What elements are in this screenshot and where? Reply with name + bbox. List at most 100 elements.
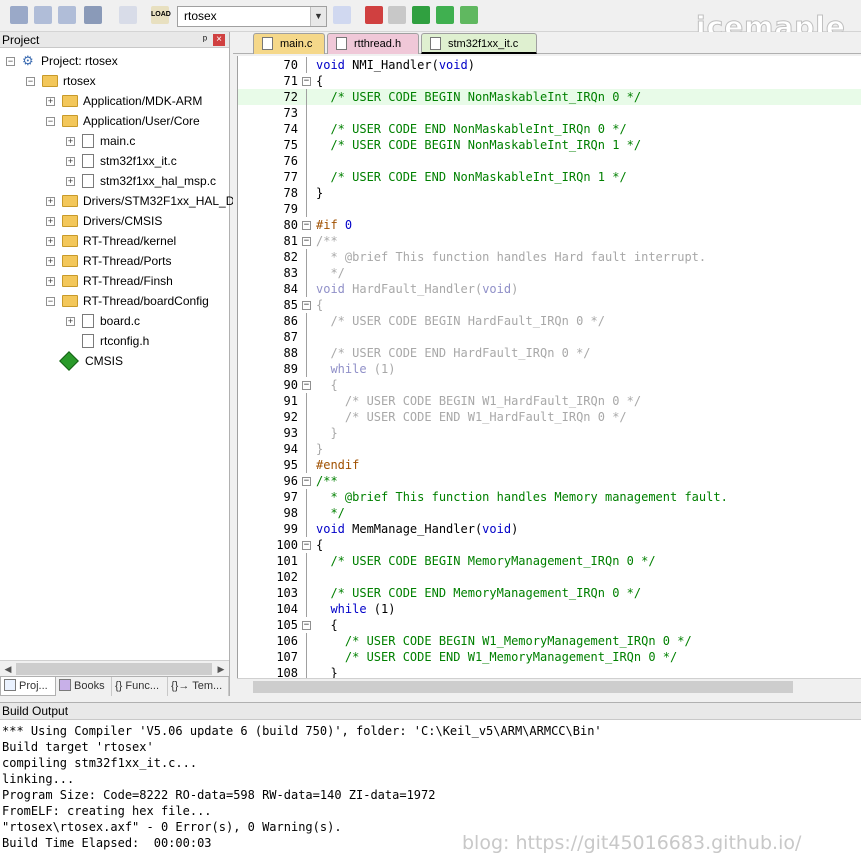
tree-item[interactable]: + Drivers/STM32F1xx_HAL_Dr (0, 191, 238, 211)
code-line[interactable]: 73 (238, 105, 861, 121)
code-line[interactable]: 70 void NMI_Handler(void) (238, 57, 861, 73)
code-line[interactable]: 108 } (238, 665, 861, 678)
target-options-icon[interactable] (333, 6, 351, 24)
fold-toggle-icon[interactable]: − (302, 381, 311, 390)
run-time-env-icon[interactable] (460, 6, 478, 24)
code-line[interactable]: 89 while (1) (238, 361, 861, 377)
scrollbar-thumb[interactable] (16, 663, 212, 675)
code-line[interactable]: 83 */ (238, 265, 861, 281)
build-icon[interactable] (34, 6, 52, 24)
scroll-left-icon[interactable]: ◀ (0, 661, 16, 677)
expand-icon[interactable]: + (46, 277, 55, 286)
code-line[interactable]: 74 /* USER CODE END NonMaskableInt_IRQn … (238, 121, 861, 137)
expand-icon[interactable]: + (46, 97, 55, 106)
tree-item[interactable]: CMSIS (0, 350, 229, 371)
code-line[interactable]: 99 void MemManage_Handler(void) (238, 521, 861, 537)
code-line[interactable]: 87 (238, 329, 861, 345)
scrollbar-thumb[interactable] (253, 681, 793, 693)
pin-icon[interactable]: ᵖ (203, 32, 207, 48)
tree-item[interactable]: + Application/MDK-ARM (0, 91, 229, 111)
code-line[interactable]: 101 /* USER CODE BEGIN MemoryManagement_… (238, 553, 861, 569)
code-editor[interactable]: 70 void NMI_Handler(void) 71−{72 /* USER C… (237, 56, 861, 678)
pack-installer-icon[interactable] (436, 6, 454, 24)
tab-functions[interactable]: {} Func... (112, 677, 168, 696)
code-line[interactable]: 91 /* USER CODE BEGIN W1_HardFault_IRQn … (238, 393, 861, 409)
tree-item[interactable]: − rtosex (0, 71, 229, 91)
code-line[interactable]: 85−{ (238, 297, 861, 313)
batch-build-icon[interactable] (84, 6, 102, 24)
collapse-icon[interactable]: − (26, 77, 35, 86)
code-line[interactable]: 107 /* USER CODE END W1_MemoryManagement… (238, 649, 861, 665)
project-panel-scrollbar[interactable]: ◀ ▶ (0, 660, 229, 676)
code-line[interactable]: 96−/** (238, 473, 861, 489)
code-line[interactable]: 84 void HardFault_Handler(void) (238, 281, 861, 297)
tab-main-c[interactable]: main.c (253, 33, 325, 54)
code-line[interactable]: 98 */ (238, 505, 861, 521)
code-line[interactable]: 90− { (238, 377, 861, 393)
stop-build-icon[interactable] (119, 6, 137, 24)
tree-item[interactable]: + Drivers/CMSIS (0, 211, 229, 231)
code-line[interactable]: 94} (238, 441, 861, 457)
code-line[interactable]: 95 #endif (238, 457, 861, 473)
code-line[interactable]: 80− #if 0 (238, 217, 861, 233)
fold-toggle-icon[interactable]: − (302, 77, 311, 86)
collapse-icon[interactable]: − (6, 57, 15, 66)
expand-icon[interactable]: + (46, 217, 55, 226)
download-icon[interactable]: LOAD (151, 6, 171, 24)
code-line[interactable]: 88 /* USER CODE END HardFault_IRQn 0 */ (238, 345, 861, 361)
tab-project[interactable]: Proj... (0, 677, 56, 696)
manage-project-icon[interactable] (388, 6, 406, 24)
code-line[interactable]: 75 /* USER CODE BEGIN NonMaskableInt_IRQ… (238, 137, 861, 153)
fold-toggle-icon[interactable]: − (302, 301, 311, 310)
code-line[interactable]: 77 /* USER CODE END NonMaskableInt_IRQn … (238, 169, 861, 185)
code-line[interactable]: 82 * @brief This function handles Hard f… (238, 249, 861, 265)
fold-toggle-icon[interactable]: − (302, 621, 311, 630)
expand-icon[interactable]: + (66, 177, 75, 186)
code-line[interactable]: 103 /* USER CODE END MemoryManagement_IR… (238, 585, 861, 601)
tab-templates[interactable]: {}→ Tem... (168, 677, 229, 696)
collapse-icon[interactable]: − (46, 297, 55, 306)
code-line[interactable]: 79 (238, 201, 861, 217)
editor-scrollbar[interactable] (237, 678, 861, 694)
expand-icon[interactable]: + (66, 157, 75, 166)
tab-stm32f1xx-it-c[interactable]: stm32f1xx_it.c (421, 33, 537, 54)
code-line[interactable]: 105− { (238, 617, 861, 633)
expand-icon[interactable]: + (46, 257, 55, 266)
expand-icon[interactable]: + (46, 237, 55, 246)
select-packs-icon[interactable] (412, 6, 430, 24)
code-line[interactable]: 92 /* USER CODE END W1_HardFault_IRQn 0 … (238, 409, 861, 425)
code-line[interactable]: 100−{ (238, 537, 861, 553)
tree-item[interactable]: + stm32f1xx_hal_msp.c (0, 171, 229, 191)
code-line[interactable]: 76 (238, 153, 861, 169)
tree-item[interactable]: − ⚙ Project: rtosex (0, 51, 229, 71)
close-icon[interactable]: × (213, 34, 225, 46)
code-line[interactable]: 102 (238, 569, 861, 585)
chevron-down-icon[interactable]: ▼ (310, 7, 326, 26)
translate-icon[interactable] (10, 6, 28, 24)
fold-toggle-icon[interactable]: − (302, 237, 311, 246)
tree-item[interactable]: + RT-Thread/kernel (0, 231, 229, 251)
code-line[interactable]: 72 /* USER CODE BEGIN NonMaskableInt_IRQ… (238, 89, 861, 105)
rebuild-icon[interactable] (58, 6, 76, 24)
expand-icon[interactable]: + (66, 317, 75, 326)
tree-item[interactable]: + stm32f1xx_it.c (0, 151, 229, 171)
tree-item[interactable]: + main.c (0, 131, 229, 151)
fold-toggle-icon[interactable]: − (302, 221, 311, 230)
fold-toggle-icon[interactable]: − (302, 477, 311, 486)
code-line[interactable]: 81−/** (238, 233, 861, 249)
tree-item[interactable]: rtconfig.h (0, 331, 229, 351)
code-line[interactable]: 106 /* USER CODE BEGIN W1_MemoryManageme… (238, 633, 861, 649)
code-line[interactable]: 86 /* USER CODE BEGIN HardFault_IRQn 0 *… (238, 313, 861, 329)
code-line[interactable]: 97 * @brief This function handles Memory… (238, 489, 861, 505)
code-line[interactable]: 71−{ (238, 73, 861, 89)
code-line[interactable]: 78} (238, 185, 861, 201)
tree-item[interactable]: − RT-Thread/boardConfig (0, 291, 229, 311)
target-select[interactable]: rtosex ▼ (177, 6, 327, 27)
expand-icon[interactable]: + (66, 137, 75, 146)
manage-components-icon[interactable] (365, 6, 383, 24)
fold-toggle-icon[interactable]: − (302, 541, 311, 550)
collapse-icon[interactable]: − (46, 117, 55, 126)
scroll-right-icon[interactable]: ▶ (213, 661, 229, 677)
expand-icon[interactable]: + (46, 197, 55, 206)
tree-item[interactable]: + board.c (0, 311, 229, 331)
